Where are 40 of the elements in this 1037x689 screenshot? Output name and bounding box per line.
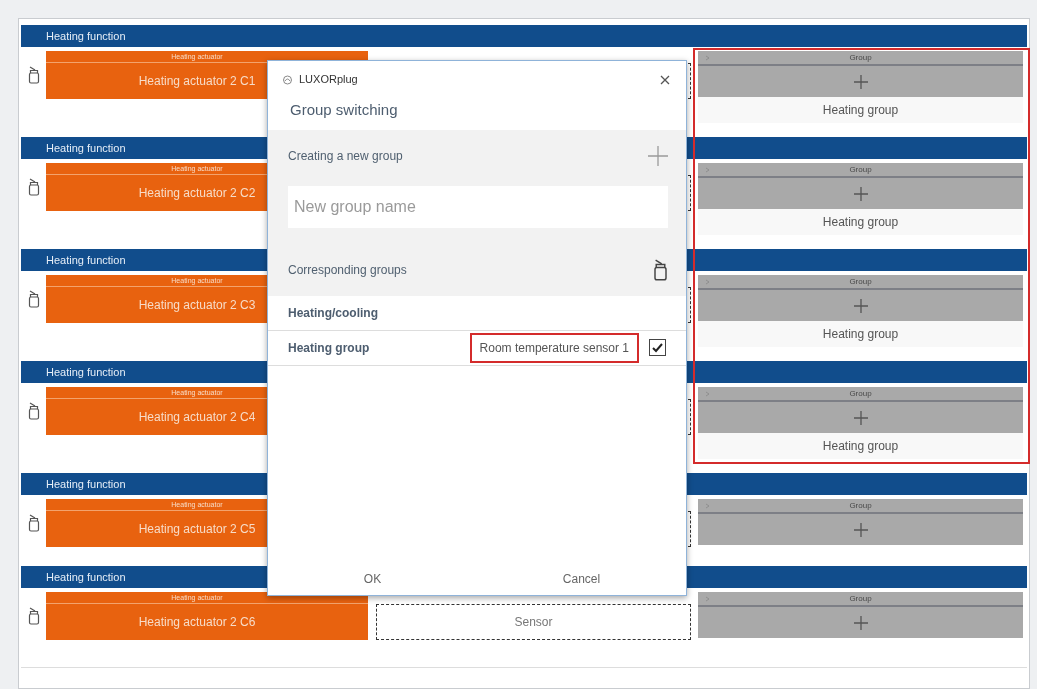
group-block[interactable]: Group xyxy=(698,387,1023,433)
section-header: Heating function xyxy=(21,25,1027,47)
dialog-heading: Group switching xyxy=(289,100,399,120)
jar-icon[interactable] xyxy=(27,178,40,196)
group-block[interactable]: Group xyxy=(698,499,1023,545)
group-label: Heating group xyxy=(698,209,1023,235)
jar-icon[interactable] xyxy=(27,514,40,532)
group-label: Heating group xyxy=(698,97,1023,123)
chevron-icon xyxy=(705,166,710,173)
chevron-icon xyxy=(705,502,710,509)
checkbox[interactable] xyxy=(649,339,666,356)
plus-icon xyxy=(853,410,868,425)
app-title: LUXORplug xyxy=(299,71,359,87)
group-block[interactable]: Group xyxy=(698,592,1023,638)
plus-icon xyxy=(853,298,868,313)
chevron-icon xyxy=(705,54,710,61)
group-block[interactable]: Group xyxy=(698,51,1023,97)
chevron-icon xyxy=(705,390,710,397)
app-icon xyxy=(282,73,293,85)
sensor-label: Room temperature sensor 1 xyxy=(469,332,639,363)
group-block[interactable]: Group xyxy=(698,163,1023,209)
plus-icon xyxy=(853,186,868,201)
jar-icon[interactable] xyxy=(27,607,40,625)
group-name-field[interactable]: New group name xyxy=(288,185,668,228)
group-block[interactable]: Group xyxy=(698,275,1023,321)
category-header: Heating/cooling xyxy=(268,295,686,331)
plus-icon xyxy=(853,615,868,630)
chevron-icon xyxy=(705,595,710,602)
chevron-icon xyxy=(705,278,710,285)
plus-icon xyxy=(853,74,868,89)
group-name: Heating group xyxy=(288,339,371,357)
jar-icon[interactable] xyxy=(27,290,40,308)
close-icon xyxy=(660,75,670,85)
jar-icon[interactable] xyxy=(653,258,668,281)
group-label: Heating group xyxy=(698,433,1023,459)
group-label: Heating group xyxy=(698,321,1023,347)
jar-icon[interactable] xyxy=(27,402,40,420)
jar-icon[interactable] xyxy=(27,66,40,84)
sensor-slot[interactable]: Sensor xyxy=(376,604,691,640)
plus-icon xyxy=(853,522,868,537)
